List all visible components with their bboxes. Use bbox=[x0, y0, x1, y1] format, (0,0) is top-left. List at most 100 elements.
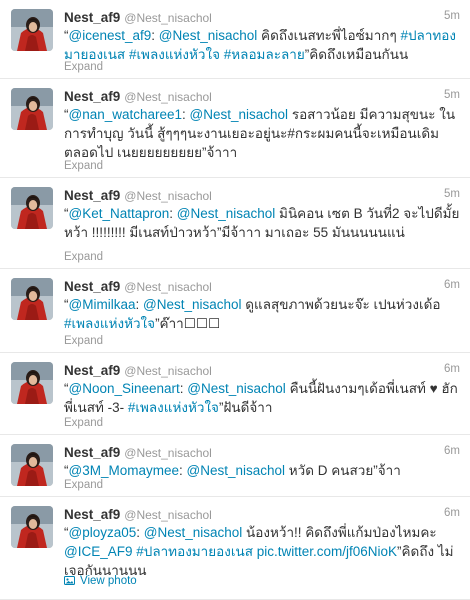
tweet-text-segment: : bbox=[182, 107, 190, 122]
expand-label: Expand bbox=[64, 160, 104, 172]
tweet-item[interactable]: Nest_af9 @Nest_nisachol 5m “@Ket_Nattapron:… bbox=[0, 178, 470, 269]
expand-link[interactable]: Expand bbox=[64, 335, 103, 347]
avatar[interactable] bbox=[11, 9, 53, 51]
tweet-header: Nest_af9 @Nest_nisachol 6m bbox=[64, 506, 460, 524]
tweet-timestamp[interactable]: 5m bbox=[444, 188, 460, 200]
tweet-text-segment: ”ค๊าา☐☐☐ bbox=[155, 316, 221, 331]
author-name[interactable]: Nest_af9 bbox=[64, 363, 120, 378]
avatar-image bbox=[11, 187, 53, 229]
tweet-item[interactable]: Nest_af9 @Nest_nisachol 6m “@Noon_Sineenart… bbox=[0, 353, 470, 435]
view-photo-label: View photo bbox=[80, 575, 137, 587]
mention-link[interactable]: @Mimilkaa bbox=[69, 297, 136, 312]
mention-link[interactable]: @Noon_Sineenart bbox=[69, 381, 180, 396]
avatar[interactable] bbox=[11, 362, 53, 404]
hashtag-link[interactable]: #เพลงแห่งหัวใจ bbox=[129, 47, 220, 62]
mention-link[interactable]: @nan_watcharee1 bbox=[69, 107, 183, 122]
expand-label: Expand bbox=[64, 61, 104, 73]
tweet-timestamp[interactable]: 6m bbox=[444, 363, 460, 375]
tweet-text-segment: : bbox=[179, 463, 187, 478]
author-name[interactable]: Nest_af9 bbox=[64, 445, 120, 460]
tweet-header: Nest_af9 @Nest_nisachol 5m bbox=[64, 88, 460, 106]
author-handle[interactable]: @Nest_nisachol bbox=[124, 446, 212, 460]
tweet-text-segment: ”ฝันดีจ้าา bbox=[218, 400, 273, 415]
tweet-text: “@ployza05: @Nest_nisachol น้องหว้า!! คิ… bbox=[64, 523, 460, 580]
mention-link[interactable]: @icenest_af9 bbox=[69, 28, 152, 43]
mention-link[interactable]: @Nest_nisachol bbox=[159, 28, 258, 43]
tweet-text-segment: : bbox=[135, 297, 143, 312]
mention-link[interactable]: @Nest_nisachol bbox=[177, 206, 276, 221]
avatar-image bbox=[11, 88, 53, 130]
mention-link[interactable]: @Nest_nisachol bbox=[143, 297, 242, 312]
author-name[interactable]: Nest_af9 bbox=[64, 279, 120, 294]
expand-label: Expand bbox=[64, 335, 104, 347]
avatar-image bbox=[11, 506, 53, 548]
tweet-text: “@Noon_Sineenart: @Nest_nisachol คืนนี้ฝ… bbox=[64, 379, 460, 417]
tweet-header: Nest_af9 @Nest_nisachol 5m bbox=[64, 9, 460, 27]
tweet-item[interactable]: Nest_af9 @Nest_nisachol 6m “@3M_Momaymee: @… bbox=[0, 435, 470, 497]
author-name[interactable]: Nest_af9 bbox=[64, 188, 120, 203]
author-handle[interactable]: @Nest_nisachol bbox=[124, 364, 212, 378]
avatar-image bbox=[11, 9, 53, 51]
tweet-item[interactable]: Nest_af9 @Nest_nisachol 6m “@ployza05: @Nes… bbox=[0, 497, 470, 600]
tweet-text: “@icenest_af9: @Nest_nisachol คิดถึงเนสท… bbox=[64, 26, 460, 64]
avatar[interactable] bbox=[11, 278, 53, 320]
mention-link[interactable]: @ICE_AF9 bbox=[64, 544, 132, 559]
expand-label: Expand bbox=[64, 417, 104, 429]
expand-label: Expand bbox=[64, 479, 104, 491]
hashtag-link[interactable]: #เพลงแห่งหัวใจ bbox=[64, 316, 155, 331]
mention-link[interactable]: @Nest_nisachol bbox=[144, 525, 243, 540]
expand-link[interactable]: Expand bbox=[64, 417, 103, 429]
tweet-timestamp[interactable]: 5m bbox=[444, 10, 460, 22]
author-handle[interactable]: @Nest_nisachol bbox=[124, 90, 212, 104]
tweet-item[interactable]: Nest_af9 @Nest_nisachol 6m “@Mimilkaa: @Nes… bbox=[0, 269, 470, 353]
tweet-text-segment: คิดถึงเนสทะพี่ไอซ์มากๆ bbox=[257, 28, 401, 43]
tweet-timeline: Nest_af9 @Nest_nisachol 5m “@icenest_af9: @… bbox=[0, 0, 470, 600]
avatar-image bbox=[11, 362, 53, 404]
expand-label: Expand bbox=[64, 251, 104, 263]
author-handle[interactable]: @Nest_nisachol bbox=[124, 11, 212, 25]
author-handle[interactable]: @Nest_nisachol bbox=[124, 280, 212, 294]
author-name[interactable]: Nest_af9 bbox=[64, 507, 120, 522]
tweet-item[interactable]: Nest_af9 @Nest_nisachol 5m “@icenest_af9: @… bbox=[0, 0, 470, 79]
expand-link[interactable]: Expand bbox=[64, 160, 103, 172]
tweet-text-segment: หวัด D คนสวย”จ้าา bbox=[285, 463, 401, 478]
photo-link[interactable]: pic.twitter.com/jf06NioK bbox=[257, 544, 397, 559]
expand-link[interactable]: Expand bbox=[64, 251, 103, 263]
tweet-item[interactable]: Nest_af9 @Nest_nisachol 5m “@nan_watcharee1… bbox=[0, 79, 470, 178]
tweet-text: “@3M_Momaymee: @Nest_nisachol หวัด D คนส… bbox=[64, 461, 460, 480]
expand-link[interactable]: Expand bbox=[64, 479, 103, 491]
avatar[interactable] bbox=[11, 88, 53, 130]
avatar-image bbox=[11, 278, 53, 320]
tweet-text-segment: น้องหว้า!! คิดถึงพี่แก้มป่องไหมคะ bbox=[242, 525, 437, 540]
mention-link[interactable]: @Nest_nisachol bbox=[187, 463, 286, 478]
hashtag-link[interactable]: #ปลาทองมายองเนส bbox=[136, 544, 253, 559]
tweet-timestamp[interactable]: 5m bbox=[444, 89, 460, 101]
author-handle[interactable]: @Nest_nisachol bbox=[124, 189, 212, 203]
hashtag-link[interactable]: #หลอมละลาย bbox=[224, 47, 305, 62]
tweet-header: Nest_af9 @Nest_nisachol 6m bbox=[64, 362, 460, 380]
tweet-timestamp[interactable]: 6m bbox=[444, 507, 460, 519]
tweet-timestamp[interactable]: 6m bbox=[444, 445, 460, 457]
avatar[interactable] bbox=[11, 444, 53, 486]
tweet-header: Nest_af9 @Nest_nisachol 6m bbox=[64, 278, 460, 296]
mention-link[interactable]: @ployza05 bbox=[69, 525, 137, 540]
tweet-text: “@nan_watcharee1: @Nest_nisachol รอสาวน้… bbox=[64, 105, 460, 162]
expand-link[interactable]: Expand bbox=[64, 61, 103, 73]
author-handle[interactable]: @Nest_nisachol bbox=[124, 508, 212, 522]
photo-icon bbox=[64, 575, 75, 585]
author-name[interactable]: Nest_af9 bbox=[64, 10, 120, 25]
mention-link[interactable]: @3M_Momaymee bbox=[69, 463, 180, 478]
tweet-timestamp[interactable]: 6m bbox=[444, 279, 460, 291]
mention-link[interactable]: @Nest_nisachol bbox=[187, 381, 286, 396]
tweet-header: Nest_af9 @Nest_nisachol 5m bbox=[64, 187, 460, 205]
avatar[interactable] bbox=[11, 506, 53, 548]
tweet-text: “@Mimilkaa: @Nest_nisachol ดูแลสุขภาพด้ว… bbox=[64, 295, 460, 333]
tweet-text-segment: : bbox=[169, 206, 177, 221]
mention-link[interactable]: @Nest_nisachol bbox=[190, 107, 289, 122]
mention-link[interactable]: @Ket_Nattapron bbox=[69, 206, 170, 221]
tweet-header: Nest_af9 @Nest_nisachol 6m bbox=[64, 444, 460, 462]
avatar[interactable] bbox=[11, 187, 53, 229]
hashtag-link[interactable]: #เพลงแห่งหัวใจ bbox=[128, 400, 219, 415]
view-photo-link[interactable]: View photo bbox=[64, 575, 137, 587]
author-name[interactable]: Nest_af9 bbox=[64, 89, 120, 104]
